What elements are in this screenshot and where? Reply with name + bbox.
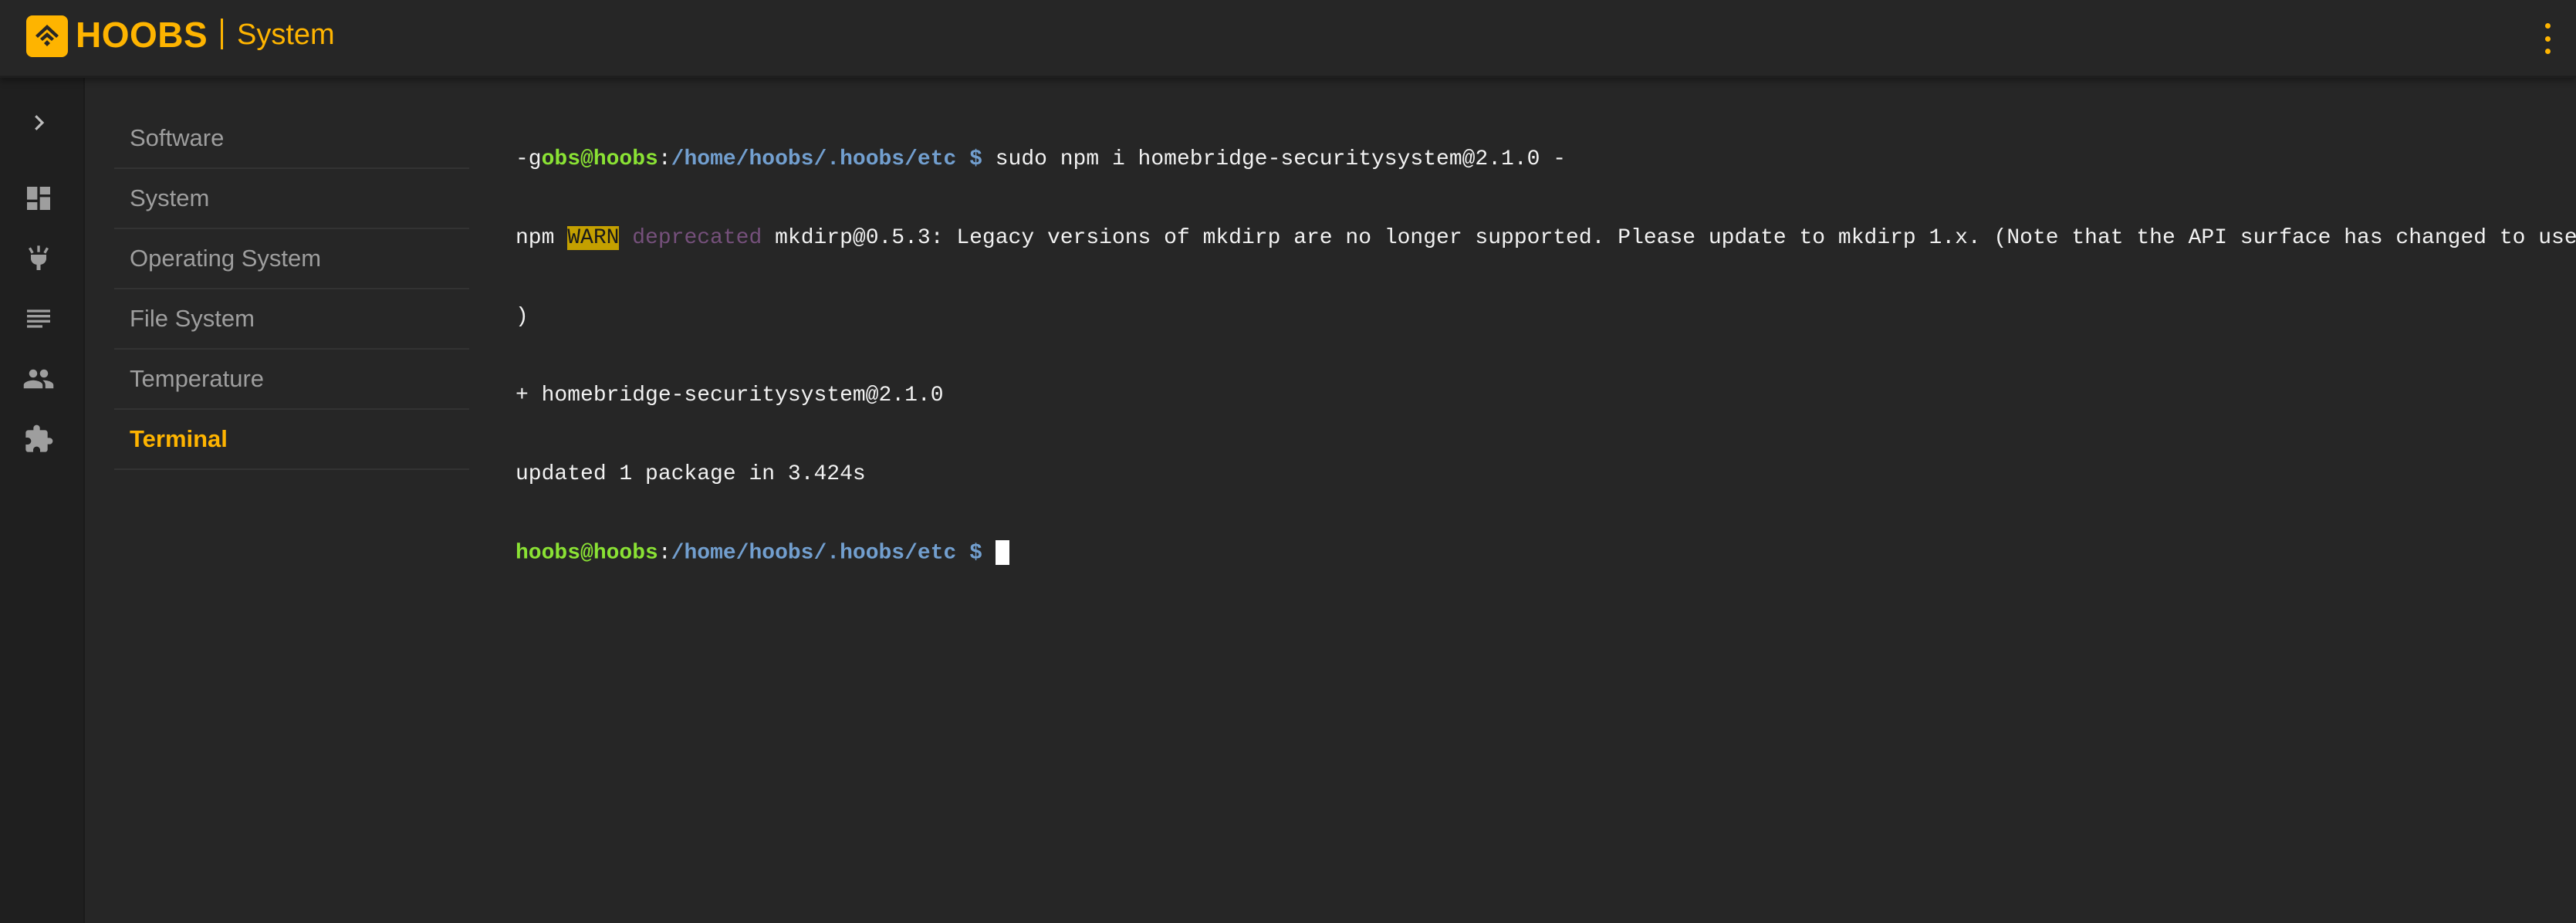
subnav-item-system[interactable]: System [114, 169, 469, 229]
terminal-line: + homebridge-securitysystem@2.1.0 [516, 384, 944, 407]
prompt-user: hoobs@hoobs [516, 541, 658, 566]
prompt-path: /home/hoobs/.hoobs/etc $ [671, 541, 982, 566]
terminal-text: npm [516, 226, 568, 250]
prompt-colon: : [658, 147, 671, 171]
dashboard-icon[interactable] [19, 178, 59, 218]
more-vert-icon[interactable] [2536, 23, 2559, 54]
plug-icon[interactable] [19, 238, 59, 279]
chevron-right-icon[interactable] [19, 103, 59, 143]
page-title: System [237, 19, 335, 51]
terminal-cursor [995, 540, 1009, 565]
top-app-bar: HOOBS System [0, 0, 2576, 78]
terminal-text: -g [516, 147, 542, 171]
deprecated-label: deprecated [619, 226, 762, 250]
puzzle-icon[interactable] [19, 419, 59, 459]
hoobs-logo-icon [26, 15, 68, 57]
brand-name: HOOBS [76, 15, 208, 55]
terminal-command: sudo npm i homebridge-securitysystem@2.1… [982, 147, 1567, 171]
warn-badge: WARN [567, 226, 620, 250]
terminal-prompt-line: hoobs@hoobs:/home/hoobs/.hoobs/etc $ [516, 540, 2576, 566]
terminal-output[interactable]: -gobs@hoobs:/home/hoobs/.hoobs/etc $ sud… [516, 94, 2576, 897]
terminal-line: -gobs@hoobs:/home/hoobs/.hoobs/etc $ sud… [516, 147, 2576, 173]
navigation-rail [0, 78, 85, 923]
terminal-line: updated 1 package in 3.424s [516, 462, 866, 486]
terminal-line: ) [516, 305, 529, 329]
prompt-path: /home/hoobs/.hoobs/etc $ [671, 147, 982, 171]
prompt-colon: : [658, 541, 671, 566]
log-lines-icon[interactable] [19, 299, 59, 339]
subnav-item-file-system[interactable]: File System [114, 289, 469, 350]
subnav-item-terminal[interactable]: Terminal [114, 410, 469, 470]
title-divider [221, 19, 223, 49]
subnav-item-temperature[interactable]: Temperature [114, 350, 469, 410]
terminal-line: npm WARN deprecated mkdirp@0.5.3: Legacy… [516, 225, 2576, 252]
terminal-text: mkdirp@0.5.3: Legacy versions of mkdirp … [775, 226, 2576, 250]
users-icon[interactable] [19, 359, 59, 399]
subnav-item-software[interactable]: Software [114, 109, 469, 169]
prompt-user: obs@hoobs [541, 147, 658, 171]
system-subnav: Software System Operating System File Sy… [114, 109, 469, 470]
subnav-item-operating-system[interactable]: Operating System [114, 229, 469, 289]
